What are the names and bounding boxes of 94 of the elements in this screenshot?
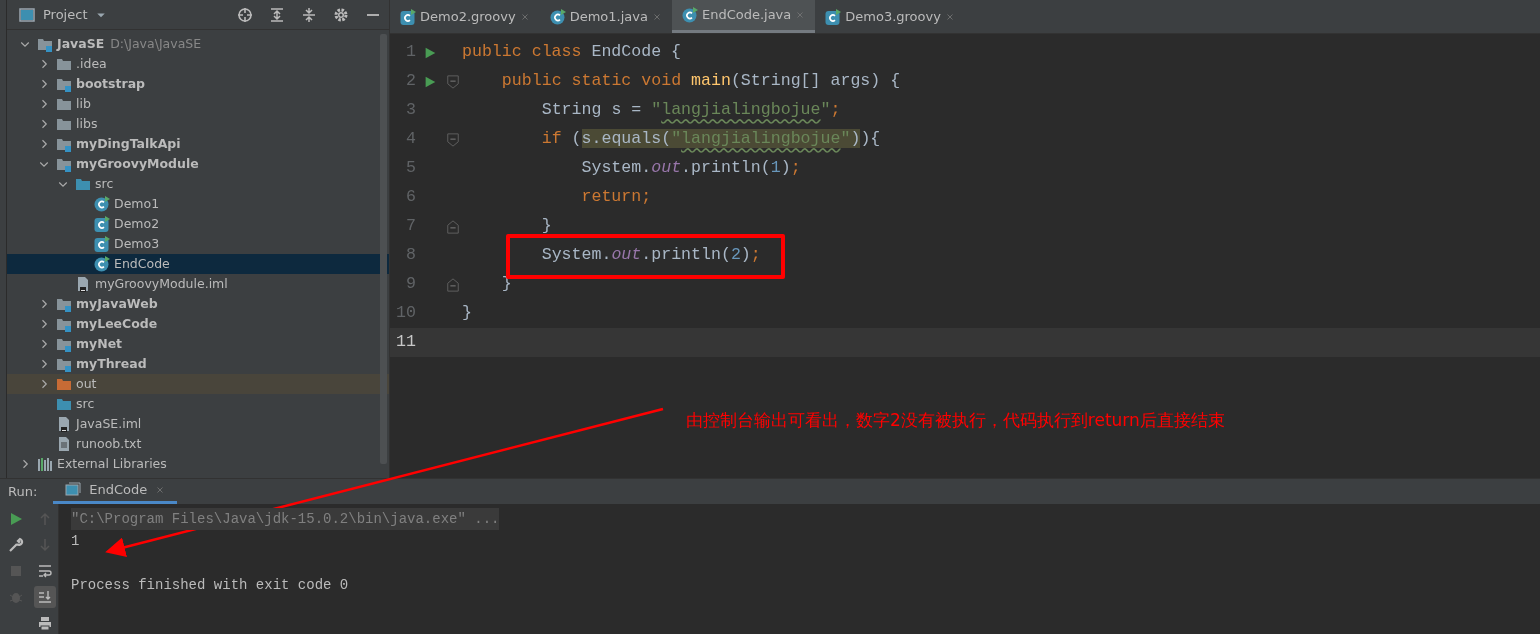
folder-icon [56, 116, 72, 132]
line-number: 5 [405, 157, 416, 180]
source-folder-icon [56, 396, 72, 412]
tree-item[interactable]: .idea [7, 54, 389, 74]
module-folder-icon [56, 136, 72, 152]
tree-item[interactable]: myGroovyModule.iml [7, 274, 389, 294]
editor-tab[interactable]: Demo3.groovy [815, 0, 965, 33]
run-label: Run: [8, 482, 38, 501]
code-line: public class EndCode { [462, 41, 682, 64]
line-number: 8 [405, 244, 416, 267]
groovy-file-icon [825, 8, 842, 25]
run-icon[interactable] [423, 74, 437, 89]
run-icon[interactable] [423, 45, 437, 60]
folder-icon [56, 376, 72, 392]
code-line: } [501, 273, 512, 296]
line-number: 1 [405, 41, 416, 64]
class-icon [94, 216, 110, 232]
line-number: 3 [405, 99, 416, 122]
java-file-icon [549, 8, 566, 25]
module-folder-icon [37, 36, 53, 52]
module-folder-icon [56, 296, 72, 312]
module-folder-icon [56, 356, 72, 372]
source-folder-icon [75, 176, 91, 192]
tree-item[interactable]: JavaSE.iml [7, 414, 389, 434]
tree-item[interactable]: myLeeCode [7, 314, 389, 334]
code-line: String s = "langjialingbojue"; [541, 99, 841, 122]
tree-item[interactable]: myNet [7, 334, 389, 354]
console-icon [65, 482, 82, 498]
editor-tab[interactable]: Demo1.java [539, 0, 672, 33]
libraries-icon [37, 456, 53, 472]
console-exit-message: Process finished with exit code 0 [71, 577, 349, 593]
class-icon [94, 196, 110, 212]
file-icon [75, 276, 91, 292]
window-icon [19, 6, 35, 23]
tree-item[interactable]: EndCode [7, 254, 389, 274]
run-tab[interactable]: EndCode [53, 479, 178, 504]
print-icon[interactable] [36, 615, 53, 631]
tree-item[interactable]: myDingTalkApi [7, 134, 389, 154]
line-number: 9 [405, 273, 416, 296]
collapse-all-icon[interactable] [301, 6, 317, 23]
java-file-icon [681, 7, 698, 23]
line-number: 2 [405, 70, 416, 93]
module-folder-icon [56, 156, 72, 172]
tree-item[interactable]: Demo3 [7, 234, 389, 254]
code-line: return; [581, 186, 652, 209]
tree-item[interactable]: libs [7, 114, 389, 134]
tree-item[interactable]: Demo2 [7, 214, 389, 234]
console-output-line: 1 [71, 533, 80, 549]
line-number: 10 [395, 302, 416, 325]
tree-item[interactable]: myJavaWeb [7, 294, 389, 314]
code-line: public static void main(String[] args) { [501, 70, 901, 93]
groovy-file-icon [400, 8, 416, 25]
tree-item[interactable]: myThread [7, 354, 389, 374]
line-number: 7 [405, 215, 416, 238]
tree-item[interactable]: bootstrap [7, 74, 389, 94]
module-folder-icon [56, 336, 72, 352]
tree-item[interactable]: JavaSE D:\Java\JavaSE [7, 34, 389, 54]
tree-item[interactable]: External Libraries [7, 454, 389, 474]
tree-item[interactable]: src [7, 174, 389, 194]
line-number: 11 [395, 331, 416, 354]
editor-tab[interactable]: EndCode.java [671, 0, 816, 33]
scrollbar[interactable] [380, 34, 387, 464]
code-line: if (s.equals("langjialingbojue")){ [541, 128, 881, 151]
code-line: System.out.println(2); [541, 244, 761, 267]
folder-icon [56, 96, 72, 112]
scroll-to-end-toggle[interactable] [33, 586, 56, 608]
locate-icon[interactable] [237, 6, 253, 23]
class-icon [94, 236, 110, 252]
wrench-icon[interactable] [7, 537, 24, 553]
project-view-selector[interactable]: Project [19, 4, 108, 25]
code-line: System.out.println(1); [581, 157, 801, 180]
code-line: } [541, 215, 552, 238]
tree-item[interactable]: myGroovyModule [7, 154, 389, 174]
module-folder-icon [56, 76, 72, 92]
line-number: 4 [405, 128, 416, 151]
folder-icon [56, 56, 72, 72]
tree-item[interactable]: Demo1 [7, 194, 389, 214]
class-icon [94, 256, 110, 272]
tree-item[interactable]: out [7, 374, 389, 394]
settings-icon[interactable] [333, 6, 349, 23]
annotation-text: 由控制台输出可看出，数字2没有被执行，代码执行到return后直接结束 [686, 409, 1225, 432]
scroll-to-end-icon [36, 589, 53, 605]
code-line: } [462, 302, 472, 325]
tree-item[interactable]: src [7, 394, 389, 414]
text-file-icon [56, 436, 72, 452]
module-folder-icon [56, 316, 72, 332]
panel-title: Project [43, 5, 88, 24]
expand-all-icon[interactable] [269, 6, 285, 23]
tree-item[interactable]: lib [7, 94, 389, 114]
editor-tab[interactable]: Demo2.groovy [390, 0, 540, 33]
tree-item[interactable]: runoob.txt [7, 434, 389, 454]
line-number: 6 [405, 186, 416, 209]
soft-wrap-icon[interactable] [36, 563, 53, 579]
file-icon [56, 416, 72, 432]
